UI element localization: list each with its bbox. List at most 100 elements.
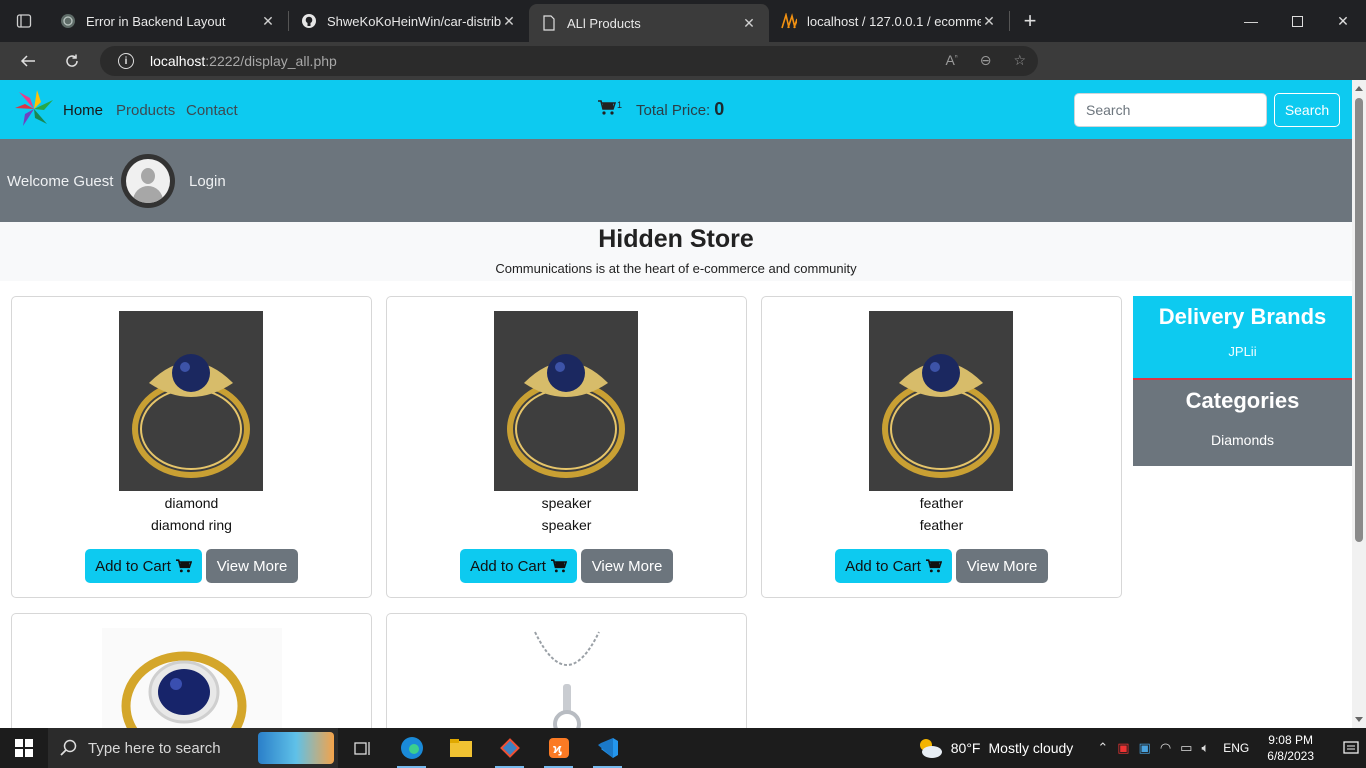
scrollbar-thumb[interactable] (1355, 98, 1363, 542)
add-to-cart-label: Add to Cart (845, 557, 921, 575)
product-image[interactable] (119, 311, 263, 491)
site-info-icon[interactable]: i (118, 53, 134, 69)
cart-icon (175, 559, 192, 573)
browser-tab-1[interactable]: Error in Backend Layout ✕ (48, 0, 288, 42)
nav-products-link[interactable]: Products (116, 102, 175, 119)
git-icon[interactable] (485, 728, 534, 768)
chatgpt-icon (60, 13, 76, 29)
cart-icon[interactable] (598, 100, 616, 115)
minimize-icon[interactable]: — (1228, 0, 1274, 42)
url-host: localhost (150, 53, 206, 69)
chevron-up-icon[interactable]: ⌃ (1097, 740, 1108, 756)
close-tab-icon[interactable]: ✕ (260, 13, 276, 30)
vscode-icon[interactable] (583, 728, 632, 768)
add-to-cart-label: Add to Cart (95, 557, 171, 575)
add-to-cart-label: Add to Cart (470, 557, 546, 575)
avatar (121, 154, 175, 208)
close-tab-icon[interactable]: ✕ (741, 15, 757, 32)
tab-actions-icon[interactable] (0, 0, 48, 42)
total-price-value: 0 (714, 99, 725, 119)
logo-icon[interactable] (13, 88, 55, 130)
maximize-icon[interactable] (1274, 0, 1320, 42)
browser-tab-2[interactable]: ShweKoKoHeinWin/car-distributi ✕ (289, 0, 529, 42)
close-window-icon[interactable]: ✕ (1320, 0, 1366, 42)
cart-count: 1 (617, 100, 623, 110)
edge-icon[interactable] (387, 728, 436, 768)
category-item[interactable]: Diamonds (1133, 432, 1352, 448)
scroll-down-icon[interactable] (1355, 717, 1363, 722)
scroll-up-icon[interactable] (1355, 86, 1363, 91)
task-view-icon[interactable] (338, 728, 387, 768)
tray-app-icon[interactable]: ▣ (1139, 740, 1151, 756)
battery-icon[interactable]: ▭ (1180, 740, 1192, 756)
clock-date: 6/8/2023 (1267, 749, 1314, 763)
close-tab-icon[interactable]: ✕ (501, 13, 517, 30)
favorite-star-icon[interactable]: ☆ (1013, 52, 1026, 69)
zoom-icon[interactable]: ⊖ (980, 52, 992, 69)
page-subtitle: Communications is at the heart of e-comm… (495, 261, 857, 276)
volume-icon[interactable]: 🔈︎ (1201, 740, 1209, 756)
view-more-button[interactable]: View More (206, 549, 298, 583)
product-card (11, 613, 372, 728)
cart-icon (550, 559, 567, 573)
refresh-icon[interactable] (50, 42, 94, 80)
product-card: feather feather Add to Cart View More (761, 296, 1122, 598)
search-input[interactable] (1074, 93, 1267, 127)
tab-title: localhost / 127.0.0.1 / ecommerc (807, 13, 981, 29)
add-to-cart-button[interactable]: Add to Cart (85, 549, 202, 583)
product-image[interactable] (869, 311, 1013, 491)
add-to-cart-button[interactable]: Add to Cart (835, 549, 952, 583)
tab-title: ShweKoKoHeinWin/car-distributi (327, 13, 501, 29)
view-more-button[interactable]: View More (956, 549, 1048, 583)
view-more-button[interactable]: View More (581, 549, 673, 583)
xampp-icon[interactable]: ϗ (534, 728, 583, 768)
new-tab-icon[interactable]: + (1010, 0, 1050, 42)
browser-tab-4[interactable]: localhost / 127.0.0.1 / ecommerc ✕ (769, 0, 1009, 42)
notification-icon[interactable] (1336, 740, 1366, 756)
back-icon[interactable] (6, 42, 50, 80)
windows-taskbar: Type here to search ϗ 80°F Mostly cloudy… (0, 728, 1366, 768)
site-navbar: Home Products Contact 1 Total Price: 0 S… (0, 80, 1352, 139)
product-card: speaker speaker Add to Cart View More (386, 296, 747, 598)
file-explorer-icon[interactable] (436, 728, 485, 768)
product-image[interactable] (494, 311, 638, 491)
browser-tab-3[interactable]: ALl Products ✕ (529, 4, 769, 42)
delivery-brands-title: Delivery Brands (1158, 304, 1327, 329)
weather-widget[interactable]: 80°F Mostly cloudy (917, 737, 1074, 759)
wifi-icon[interactable]: ◠ (1160, 740, 1171, 756)
cart-icon (925, 559, 942, 573)
search-button[interactable]: Search (1274, 93, 1340, 127)
weather-text: Mostly cloudy (988, 740, 1074, 756)
product-card (386, 613, 747, 728)
url-field[interactable]: i localhost:2222/display_all.php Aⁿ ⊖ ☆ (100, 46, 1038, 76)
nav-home-link[interactable]: Home (63, 102, 103, 119)
page-scrollbar[interactable] (1352, 80, 1366, 728)
nav-contact-link[interactable]: Contact (186, 102, 238, 119)
add-to-cart-button[interactable]: Add to Cart (460, 549, 577, 583)
svg-text:ϗ: ϗ (553, 741, 562, 756)
window-controls: — ✕ (1228, 0, 1366, 42)
close-tab-icon[interactable]: ✕ (981, 13, 997, 30)
tray-app-icon[interactable]: ▣ (1117, 740, 1129, 756)
browser-tab-bar: Error in Backend Layout ✕ ShweKoKoHeinWi… (0, 0, 1366, 42)
search-icon (60, 739, 77, 756)
categories-title: Categories (1185, 388, 1300, 413)
login-link[interactable]: Login (189, 173, 226, 190)
brand-item[interactable]: JPLii (1133, 344, 1352, 359)
taskbar-search[interactable]: Type here to search (48, 728, 338, 768)
product-description: feather (919, 517, 964, 533)
tab-title: Error in Backend Layout (86, 13, 226, 29)
welcome-text: Welcome Guest (7, 173, 114, 190)
read-aloud-icon[interactable]: Aⁿ (945, 52, 957, 69)
windows-start-icon[interactable] (0, 728, 48, 768)
product-image[interactable] (102, 628, 282, 728)
cart-summary[interactable]: 1 Total Price: 0 (598, 99, 724, 120)
language-indicator[interactable]: ENG (1223, 741, 1249, 755)
product-image[interactable] (527, 628, 607, 728)
clock-time: 9:08 PM (1268, 733, 1313, 747)
clock[interactable]: 9:08 PM 6/8/2023 (1267, 732, 1314, 764)
categories-panel: Categories Diamonds (1133, 380, 1352, 466)
halo-ring-image-icon (121, 651, 247, 728)
sidebar: Delivery Brands JPLii Categories Diamond… (1133, 296, 1352, 466)
webpage: Home Products Contact 1 Total Price: 0 S… (0, 80, 1352, 728)
